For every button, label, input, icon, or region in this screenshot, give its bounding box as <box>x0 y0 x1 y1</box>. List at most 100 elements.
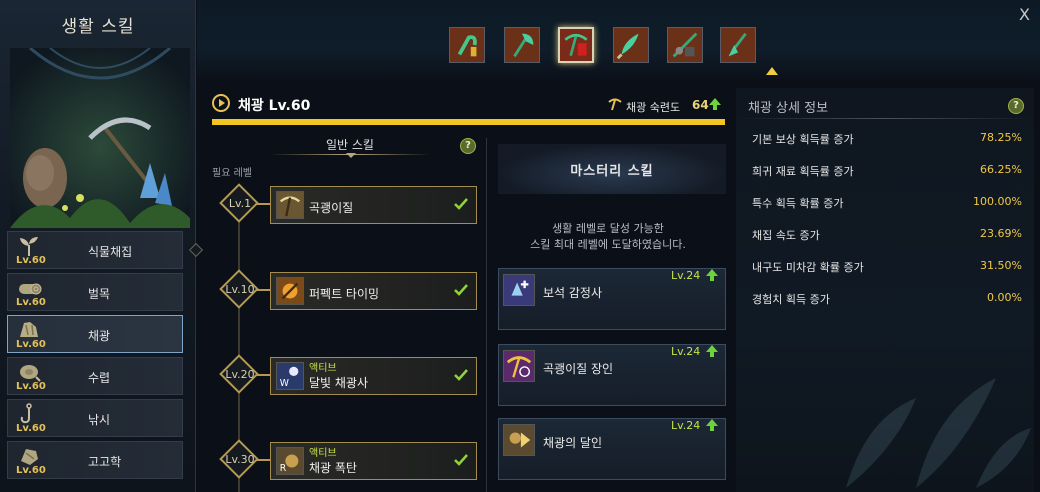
skill-name: 곡괭이질 <box>309 201 354 215</box>
stat-label: 내구도 미차감 확률 증가 <box>752 261 864 274</box>
sidebar-title: 생활 스킬 <box>61 17 135 37</box>
meat-icon <box>20 365 41 382</box>
skill-progress-fill <box>212 119 725 125</box>
shovel-tool-icon[interactable] <box>720 27 756 63</box>
sidebar-item-fishing[interactable]: Lv.60 낚시 <box>7 399 183 437</box>
mastery-skill-name: 곡괭이질 장인 <box>543 362 614 376</box>
pickaxe-master-icon <box>503 350 535 382</box>
info-help-icon[interactable]: ? <box>1008 98 1024 114</box>
mastery-skill-name: 채광의 달인 <box>543 436 603 450</box>
hunting-knife-tool-icon[interactable] <box>613 27 649 63</box>
check-icon <box>454 369 468 381</box>
life-skill-sidebar: 생활 스킬 Lv.60 식물채집 Lv.60 벌목 Lv.60 채광 Lv.60… <box>0 0 204 492</box>
stat-row: 경험치 획득 증가 0.00% <box>752 291 1022 311</box>
level-node: Lv.30 <box>219 439 259 479</box>
mastery-skill-level: Lv.24 <box>671 345 701 358</box>
fishing-hook-icon <box>20 403 32 424</box>
stat-row: 특수 획득 확률 증가 100.00% <box>752 195 1022 215</box>
sickle-tool-icon[interactable] <box>449 27 485 63</box>
tool-tab-bar: X <box>197 0 1040 82</box>
sidebar-item-level: Lv.60 <box>16 381 46 392</box>
mastery-skill-column: 마스터리 스킬 생활 레벨로 달성 가능한 스킬 최대 레벨에 도달하였습니다.… <box>498 134 728 492</box>
level-node-label: Lv.10 <box>225 283 255 296</box>
sidebar-item-label: 식물채집 <box>88 245 133 259</box>
sidebar-item-logging[interactable]: Lv.60 벌목 <box>7 273 183 311</box>
perfect-timing-icon <box>276 277 304 305</box>
stat-value: 100.00% <box>973 195 1022 208</box>
fishing-rod-tool-icon[interactable] <box>667 27 703 63</box>
level-node: Lv.1 <box>219 183 259 223</box>
stat-value: 66.25% <box>980 163 1022 176</box>
stat-row: 희귀 재료 획득률 증가 66.25% <box>752 163 1022 183</box>
skill-progress-bar <box>212 119 725 125</box>
level-branch <box>256 374 270 376</box>
mining-banner-illustration <box>10 48 190 228</box>
mastery-skill-level: Lv.24 <box>671 419 701 432</box>
play-circle-icon <box>212 94 230 112</box>
stat-value: 23.69% <box>980 227 1022 240</box>
decorative-foliage <box>846 378 1031 488</box>
sidebar-item-label: 벌목 <box>88 287 111 301</box>
axe-tool-icon[interactable] <box>504 27 540 63</box>
mastery-skill-level: Lv.24 <box>671 269 701 282</box>
arrow-up-icon <box>709 98 721 110</box>
sidebar-item-level: Lv.60 <box>16 255 46 266</box>
level-branch <box>256 459 270 461</box>
mastery-description-line1: 생활 레벨로 달성 가능한 <box>552 222 664 235</box>
skill-type-label: 액티브 <box>309 363 337 374</box>
check-icon <box>454 198 468 210</box>
column-divider <box>486 138 487 492</box>
required-level-label: 필요 레벨 <box>212 168 252 179</box>
stat-row: 채집 속도 증가 23.69% <box>752 227 1022 247</box>
stat-value: 0.00% <box>987 291 1022 304</box>
sidebar-item-level: Lv.60 <box>16 297 46 308</box>
sprout-icon <box>20 237 38 256</box>
stat-row: 기본 보상 획득률 증가 78.25% <box>752 131 1022 151</box>
sidebar-item-plant-gathering[interactable]: Lv.60 식물채집 <box>7 231 183 269</box>
pickaxe-tool-icon[interactable] <box>558 27 594 63</box>
sidebar-item-level: Lv.60 <box>16 339 46 350</box>
skill-main-panel: 채광 Lv.60 채광 숙련도 64 일반 스킬 ? 필요 레벨 Lv.1 곡괭… <box>210 88 730 492</box>
close-button[interactable]: X <box>1019 5 1030 24</box>
mastery-description-line2: 스킬 최대 레벨에 도달하였습니다. <box>530 238 686 251</box>
sidebar-item-mining[interactable]: Lv.60 채광 <box>7 315 183 353</box>
check-icon <box>454 284 468 296</box>
level-node-label: Lv.20 <box>225 368 255 381</box>
info-title-underline <box>736 118 1034 119</box>
skill-title: 채광 Lv.60 <box>238 98 311 114</box>
general-skill-perfect-timing[interactable]: 퍼펙트 타이밍 <box>270 272 477 310</box>
sidebar-item-level: Lv.60 <box>16 465 46 476</box>
sidebar-item-level: Lv.60 <box>16 423 46 434</box>
skill-name: 퍼펙트 타이밍 <box>309 287 380 301</box>
sidebar-connector-diamond <box>188 242 204 258</box>
tab-general-skill[interactable]: 일반 스킬 <box>290 136 410 153</box>
sidebar-item-label: 낚시 <box>88 413 111 427</box>
stat-row: 내구도 미차감 확률 증가 31.50% <box>752 259 1022 279</box>
mastery-skill-pickaxe-master[interactable]: 곡괭이질 장인 Lv.24 <box>498 344 726 406</box>
relic-icon <box>21 449 38 465</box>
level-branch <box>256 203 270 205</box>
level-node-label: Lv.30 <box>225 453 255 466</box>
hotkey-letter: R <box>280 463 287 474</box>
skill-name: 달빛 채광사 <box>309 376 369 390</box>
skill-header: 채광 Lv.60 채광 숙련도 64 <box>210 88 730 125</box>
sidebar-item-label: 고고학 <box>88 455 122 469</box>
help-icon[interactable]: ? <box>460 138 476 154</box>
general-skill-mining-bomb[interactable]: R 액티브 채광 폭탄 <box>270 442 477 480</box>
level-node: Lv.10 <box>219 269 259 309</box>
level-node-label: Lv.1 <box>228 197 252 210</box>
mining-expert-icon <box>503 424 535 456</box>
stat-label: 특수 획득 확률 증가 <box>752 197 844 210</box>
skill-name: 채광 폭탄 <box>309 461 357 475</box>
stat-label: 경험치 획득 증가 <box>752 293 830 306</box>
pickaxe-swing-icon <box>276 191 304 219</box>
general-skill-pickaxe-swing[interactable]: 곡괭이질 <box>270 186 477 224</box>
mastery-skill-mining-expert[interactable]: 채광의 달인 Lv.24 <box>498 418 726 480</box>
mastery-skill-name: 보석 감정사 <box>543 286 603 300</box>
level-up-icon <box>706 269 718 281</box>
general-skill-moonlight-miner[interactable]: W 액티브 달빛 채광사 <box>270 357 477 395</box>
mastery-skill-gem-appraiser[interactable]: 보석 감정사 Lv.24 <box>498 268 726 330</box>
sidebar-item-hunting[interactable]: Lv.60 수렵 <box>7 357 183 395</box>
tab-notch <box>346 153 356 158</box>
sidebar-item-archaeology[interactable]: Lv.60 고고학 <box>7 441 183 479</box>
